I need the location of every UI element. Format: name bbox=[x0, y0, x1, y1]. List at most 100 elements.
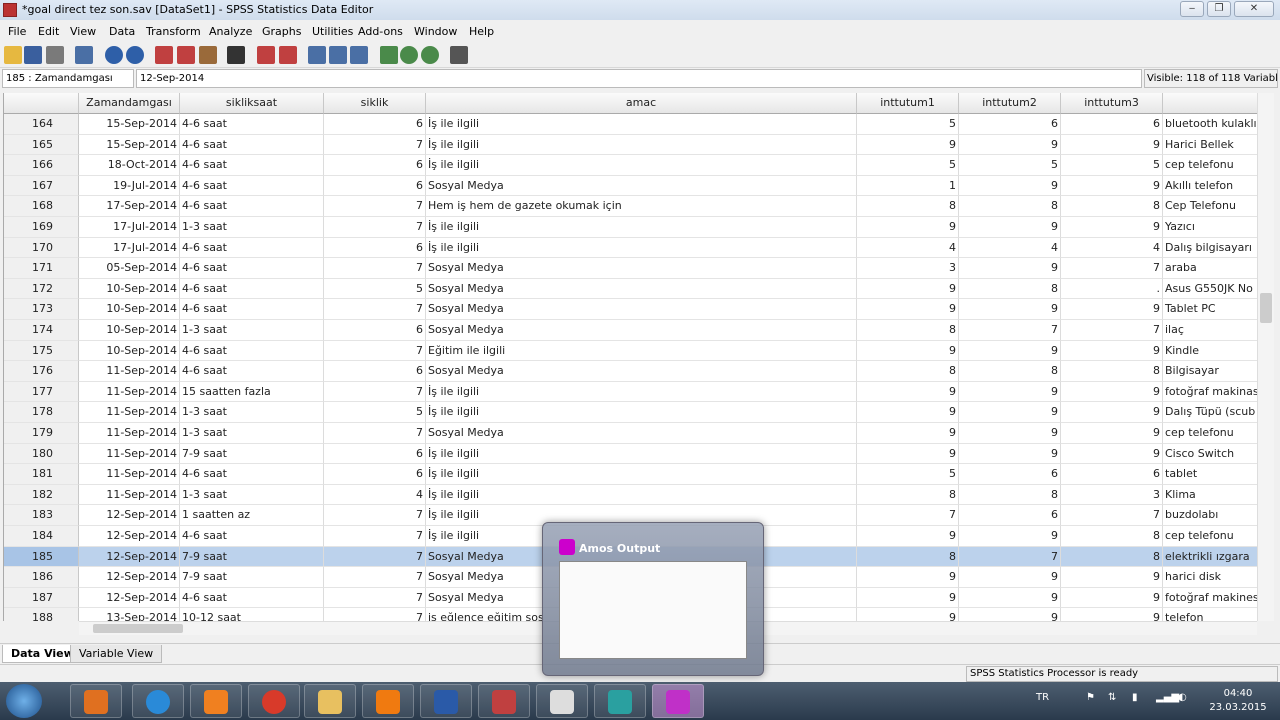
cell-inttutum2[interactable]: 9 bbox=[959, 217, 1061, 238]
table-row[interactable]: 169 17-Jul-2014 1-3 saat 7 İş ile ilgili 9 9 9 Y… bbox=[4, 217, 1257, 238]
cell-sikliksaat[interactable]: 4-6 saat bbox=[180, 237, 324, 259]
cell-zamandamgasi[interactable]: 11-Sep-2014 bbox=[79, 402, 180, 423]
cell-zamandamgasi[interactable]: 18-Oct-2014 bbox=[79, 155, 180, 176]
cell-amac[interactable]: Sosyal Medya bbox=[426, 320, 857, 341]
row-number[interactable]: 175 bbox=[4, 340, 79, 362]
row-number[interactable]: 182 bbox=[4, 484, 79, 506]
cell-next[interactable]: elektrikli ızgara bbox=[1163, 546, 1257, 568]
cell-sikliksaat[interactable]: 15 saatten fazla bbox=[180, 381, 324, 403]
menu-data[interactable]: Data bbox=[109, 25, 135, 38]
cell-inttutum1[interactable]: 8 bbox=[857, 196, 959, 217]
cell-inttutum2[interactable]: 9 bbox=[959, 175, 1061, 197]
row-number[interactable]: 172 bbox=[4, 278, 79, 300]
taskbar-app[interactable] bbox=[536, 684, 588, 718]
select-cases-icon[interactable] bbox=[350, 46, 368, 64]
cell-siklik[interactable]: 6 bbox=[324, 443, 426, 465]
cell-inttutum3[interactable]: 9 bbox=[1061, 340, 1163, 362]
cell-inttutum3[interactable]: 9 bbox=[1061, 443, 1163, 465]
cell-inttutum2[interactable]: 9 bbox=[959, 134, 1061, 156]
cell-zamandamgasi[interactable]: 11-Sep-2014 bbox=[79, 423, 180, 444]
menu-view[interactable]: View bbox=[70, 25, 96, 38]
cell-siklik[interactable]: 5 bbox=[324, 278, 426, 300]
cell-sikliksaat[interactable]: 1-3 saat bbox=[180, 484, 324, 506]
cell-amac[interactable]: Sosyal Medya bbox=[426, 361, 857, 382]
open-icon[interactable] bbox=[4, 46, 22, 64]
undo-icon[interactable] bbox=[105, 46, 123, 64]
row-number[interactable]: 166 bbox=[4, 155, 79, 176]
cell-siklik[interactable]: 7 bbox=[324, 258, 426, 279]
cell-zamandamgasi[interactable]: 15-Sep-2014 bbox=[79, 134, 180, 156]
cell-inttutum1[interactable]: 9 bbox=[857, 217, 959, 238]
cell-siklik[interactable]: 7 bbox=[324, 217, 426, 238]
cell-zamandamgasi[interactable]: 10-Sep-2014 bbox=[79, 278, 180, 300]
cell-zamandamgasi[interactable]: 17-Jul-2014 bbox=[79, 237, 180, 259]
cell-next[interactable]: Cep Telefonu bbox=[1163, 196, 1257, 217]
table-row[interactable]: 165 15-Sep-2014 4-6 saat 7 İş ile ilgili 9 9 9 H… bbox=[4, 134, 1257, 156]
cell-inttutum2[interactable]: 9 bbox=[959, 587, 1061, 609]
cell-amac[interactable]: Sosyal Medya bbox=[426, 278, 857, 300]
cell-siklik[interactable]: 7 bbox=[324, 196, 426, 217]
table-row[interactable]: 168 17-Sep-2014 4-6 saat 7 Hem iş hem de gaz… bbox=[4, 196, 1257, 217]
cell-siklik[interactable]: 7 bbox=[324, 546, 426, 568]
cell-next[interactable]: Klima bbox=[1163, 485, 1257, 506]
cell-inttutum2[interactable]: 9 bbox=[959, 381, 1061, 403]
cell-inttutum3[interactable]: 9 bbox=[1061, 423, 1163, 444]
cell-inttutum1[interactable]: 4 bbox=[857, 237, 959, 259]
start-button[interactable] bbox=[6, 684, 42, 718]
menu-add-ons[interactable]: Add-ons bbox=[358, 25, 403, 38]
cell-next[interactable]: Kindle bbox=[1163, 341, 1257, 362]
cell-zamandamgasi[interactable]: 11-Sep-2014 bbox=[79, 464, 180, 485]
cell-sikliksaat[interactable]: 10-12 saat bbox=[180, 608, 324, 621]
cell-next[interactable]: cep telefonu bbox=[1163, 526, 1257, 547]
cell-inttutum3[interactable]: 9 bbox=[1061, 587, 1163, 609]
column-header-amac[interactable]: amac bbox=[426, 93, 857, 114]
cell-inttutum3[interactable]: 9 bbox=[1061, 134, 1163, 156]
cell-amac[interactable]: Sosyal Medya bbox=[426, 175, 857, 197]
dialog-recall-icon[interactable] bbox=[75, 46, 93, 64]
tab-variable-view[interactable]: Variable View bbox=[70, 645, 163, 663]
cell-siklik[interactable]: 6 bbox=[324, 464, 426, 485]
cell-inttutum2[interactable]: 7 bbox=[959, 546, 1061, 568]
cell-sikliksaat[interactable]: 4-6 saat bbox=[180, 526, 324, 547]
cell-siklik[interactable]: 7 bbox=[324, 423, 426, 444]
cell-amac[interactable]: İş ile ilgili bbox=[426, 443, 857, 465]
cell-sikliksaat[interactable]: 4-6 saat bbox=[180, 196, 324, 217]
cell-inttutum3[interactable]: 9 bbox=[1061, 217, 1163, 238]
row-number[interactable]: 170 bbox=[4, 237, 79, 259]
cell-amac[interactable]: İş ile ilgili bbox=[426, 402, 857, 423]
cell-inttutum1[interactable]: 8 bbox=[857, 484, 959, 506]
cell-siklik[interactable]: 7 bbox=[324, 340, 426, 362]
cell-siklik[interactable]: 7 bbox=[324, 608, 426, 621]
menu-window[interactable]: Window bbox=[414, 25, 457, 38]
table-row[interactable]: 164 15-Sep-2014 4-6 saat 6 İş ile ilgili 5 6 6 b… bbox=[4, 114, 1257, 135]
cell-amac[interactable]: Hem iş hem de gazete okumak için bbox=[426, 196, 857, 217]
vertical-scrollbar[interactable] bbox=[1257, 93, 1274, 621]
cell-sikliksaat[interactable]: 1-3 saat bbox=[180, 402, 324, 423]
print-icon[interactable] bbox=[46, 46, 64, 64]
cell-next[interactable]: bluetooth kulaklık bbox=[1163, 114, 1257, 135]
cell-zamandamgasi[interactable]: 12-Sep-2014 bbox=[79, 505, 180, 526]
row-number[interactable]: 188 bbox=[4, 608, 79, 621]
menu-help[interactable]: Help bbox=[469, 25, 494, 38]
cell-zamandamgasi[interactable]: 05-Sep-2014 bbox=[79, 258, 180, 279]
cell-next[interactable]: cep telefonu bbox=[1163, 423, 1257, 444]
cell-amac[interactable]: İş ile ilgili bbox=[426, 217, 857, 238]
cell-inttutum3[interactable]: 9 bbox=[1061, 402, 1163, 423]
taskbar-pdf[interactable] bbox=[362, 684, 414, 718]
cell-amac[interactable]: İş ile ilgili bbox=[426, 464, 857, 485]
column-header-siklik[interactable]: siklik bbox=[324, 93, 426, 114]
cell-siklik[interactable]: 6 bbox=[324, 361, 426, 382]
menu-transform[interactable]: Transform bbox=[146, 25, 201, 38]
cell-sikliksaat[interactable]: 1-3 saat bbox=[180, 217, 324, 238]
cell-inttutum3[interactable]: 7 bbox=[1061, 505, 1163, 526]
taskbar-media-player[interactable] bbox=[70, 684, 122, 718]
cell-inttutum1[interactable]: 8 bbox=[857, 546, 959, 568]
cell-inttutum2[interactable]: 6 bbox=[959, 114, 1061, 135]
row-number[interactable]: 164 bbox=[4, 114, 79, 135]
cell-inttutum2[interactable]: 9 bbox=[959, 567, 1061, 588]
network-icon[interactable]: ⇅ bbox=[1108, 692, 1116, 703]
cell-zamandamgasi[interactable]: 11-Sep-2014 bbox=[79, 361, 180, 382]
cell-inttutum3[interactable]: . bbox=[1061, 278, 1163, 300]
taskbar-spss[interactable] bbox=[478, 684, 530, 718]
cell-next[interactable]: Bilgisayar bbox=[1163, 361, 1257, 382]
